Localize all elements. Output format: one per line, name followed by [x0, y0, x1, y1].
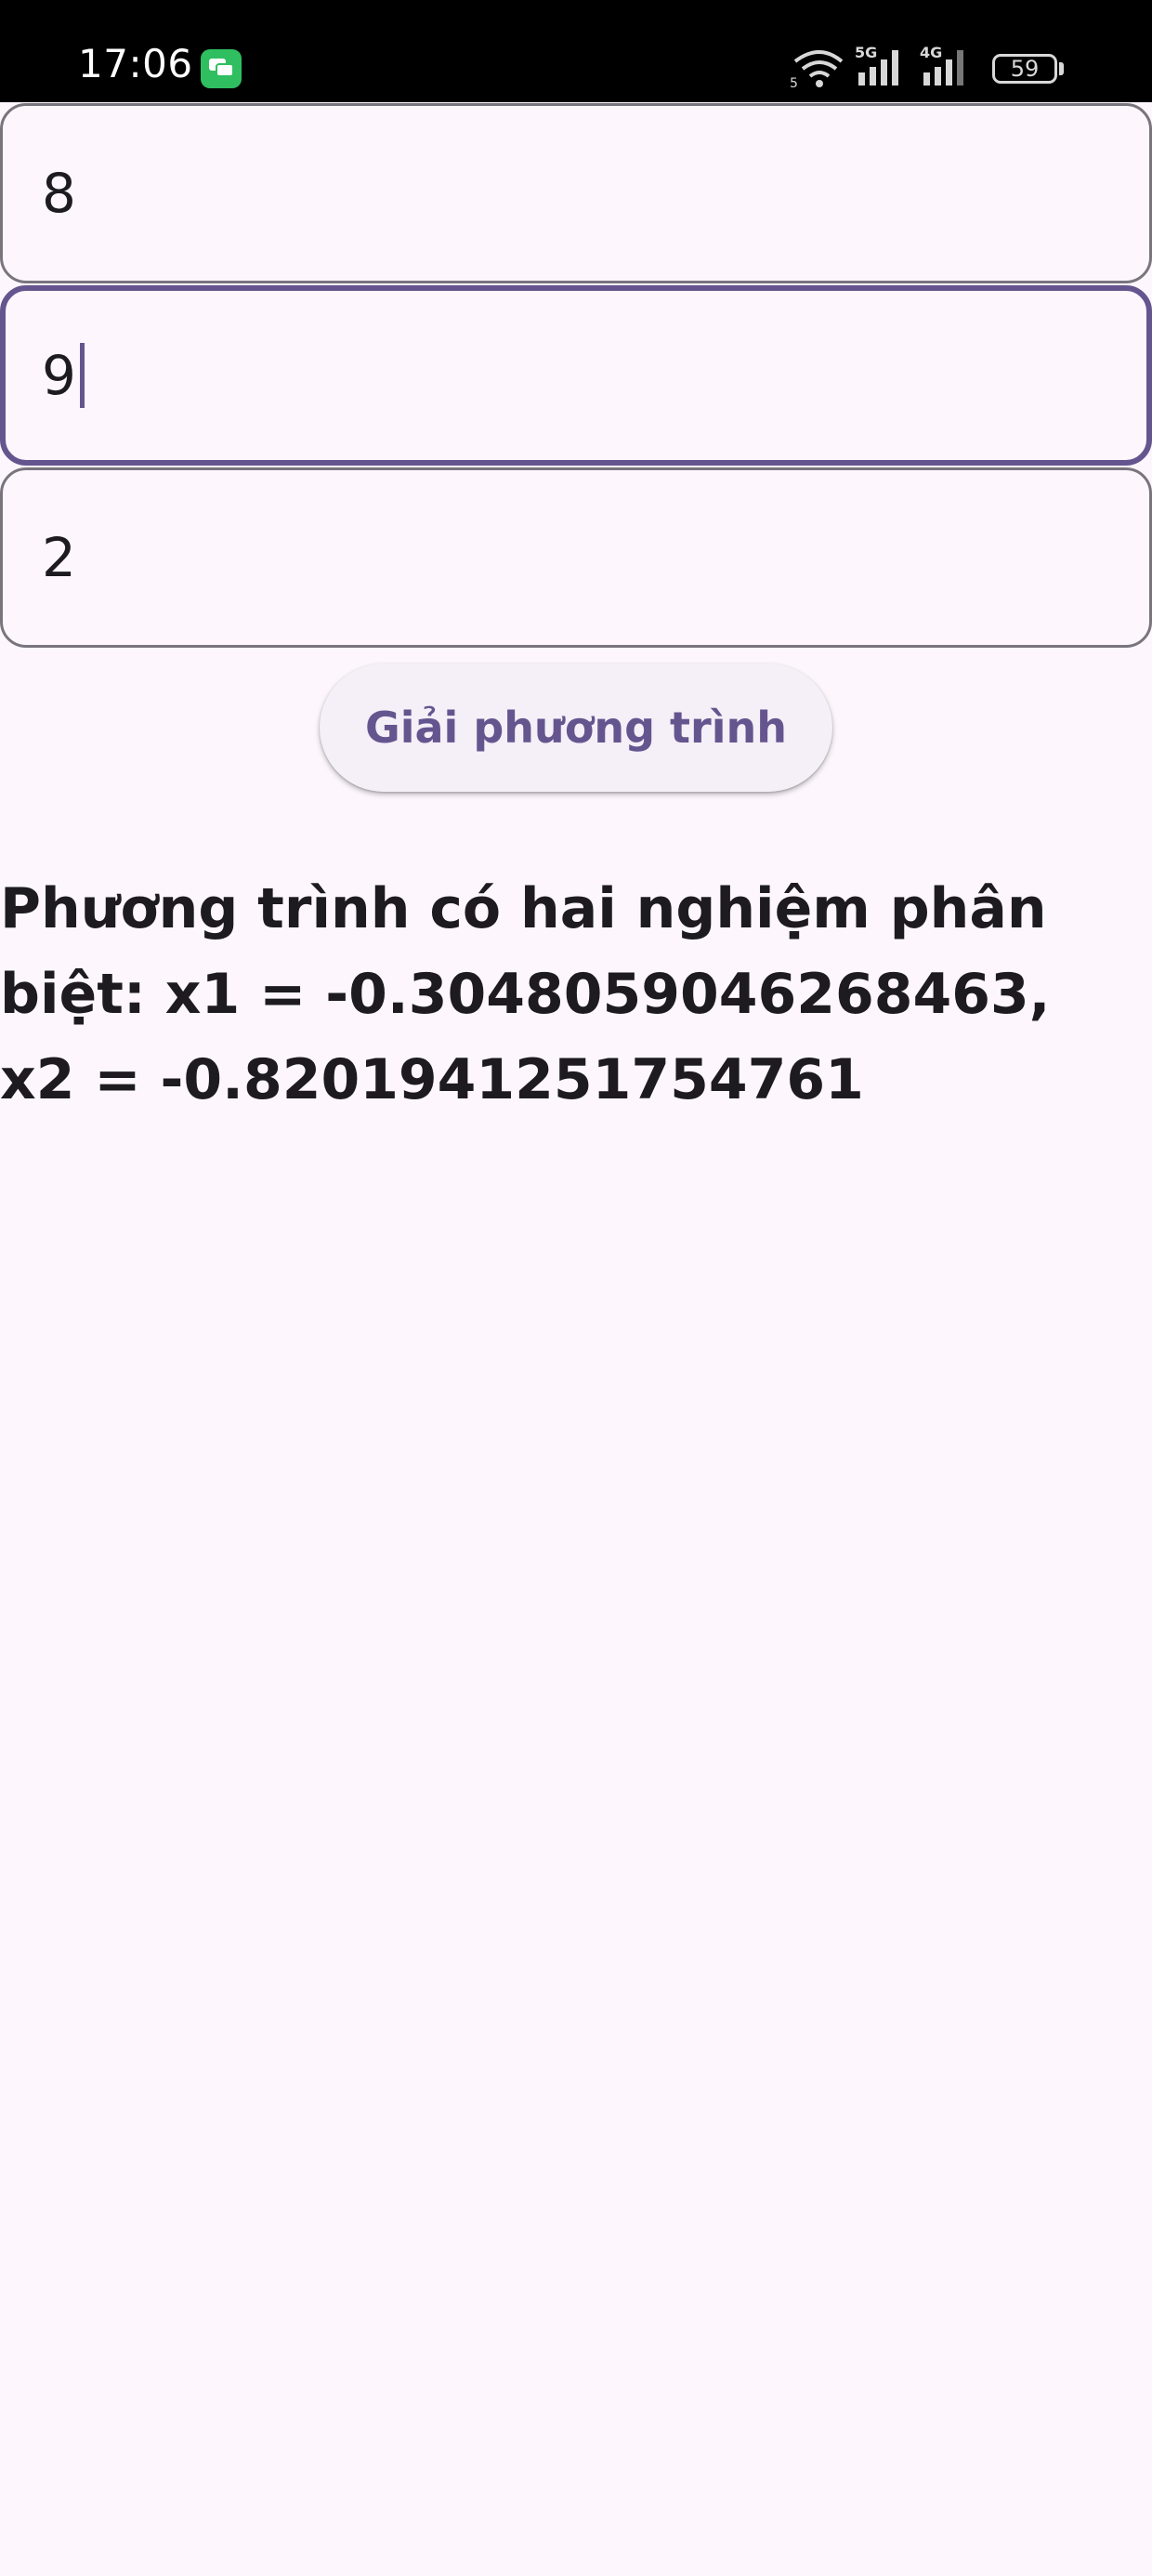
battery-tip [1059, 62, 1064, 75]
coefficient-a-field[interactable]: 8 [0, 103, 1152, 283]
status-indicators: 5 5G 4G 59 [780, 45, 1152, 91]
status-bar: 17:06 5 5G 4G 59 [0, 0, 1152, 102]
result-text: Phương trình có hai nghiệm phân biệt: x1… [0, 876, 1051, 1112]
coefficient-b-input[interactable]: 9 [42, 291, 85, 460]
signal-4g-icon: 4G [920, 45, 963, 85]
messages-app-icon [201, 49, 242, 88]
solve-equation-button[interactable]: Giải phương trình [320, 664, 832, 792]
wifi-icon: 5 [790, 50, 844, 89]
coefficient-a-value[interactable]: 8 [42, 106, 76, 281]
signal-5g-icon: 5G [855, 45, 898, 85]
coefficient-c-value[interactable]: 2 [42, 470, 76, 645]
text-cursor [79, 343, 85, 408]
status-time: 17:06 [78, 41, 193, 86]
svg-text:5G: 5G [855, 45, 877, 61]
coefficient-b-value: 9 [42, 344, 76, 407]
coefficient-b-field[interactable]: 9 [0, 285, 1152, 466]
svg-text:4G: 4G [920, 45, 942, 61]
coefficient-c-field[interactable]: 2 [0, 467, 1152, 648]
battery-level: 59 [1010, 56, 1040, 82]
svg-text:5: 5 [790, 76, 798, 89]
